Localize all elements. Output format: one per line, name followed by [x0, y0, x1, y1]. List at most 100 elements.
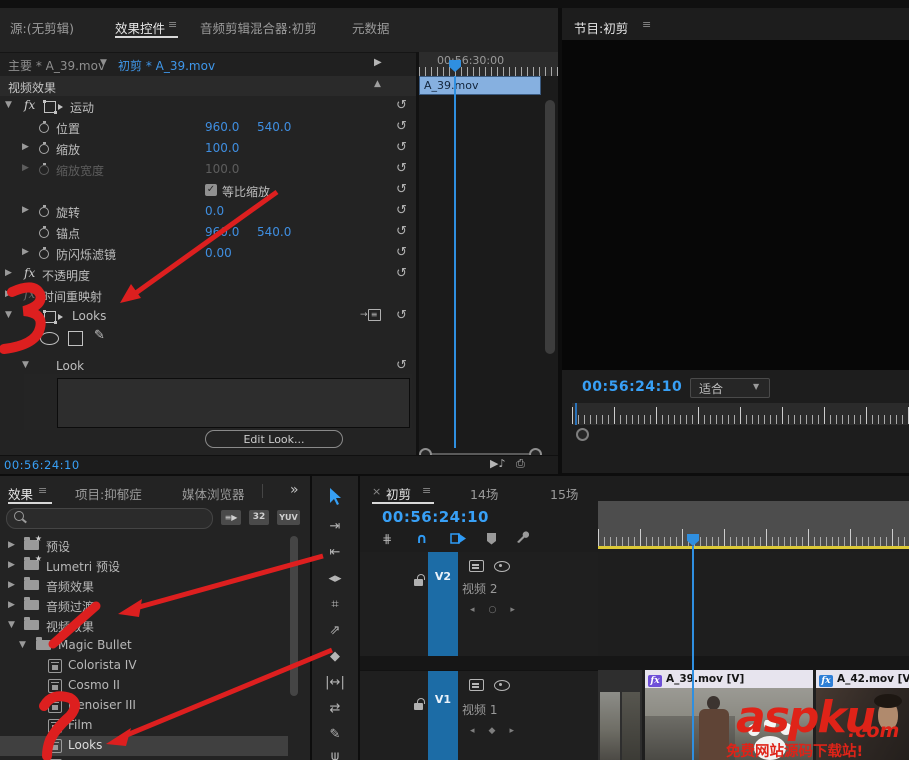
sequence-clip-label[interactable]: 初剪 * A_39.mov	[118, 57, 215, 74]
sync-lock-icon[interactable]	[469, 679, 484, 691]
rolling-edit-tool[interactable]: ⌗	[312, 594, 358, 618]
mini-playhead-line[interactable]	[454, 76, 456, 448]
chevron-right-icon[interactable]: ▶	[22, 247, 29, 257]
effects-search-field[interactable]	[6, 508, 213, 529]
mini-clip-bar[interactable]: A_39.mov	[419, 76, 541, 95]
selection-tool[interactable]	[312, 488, 358, 512]
track-header-v1[interactable]: V1 视频 1 ◂◆▸	[360, 670, 598, 760]
effect-row-antiflicker[interactable]: ▶ 防闪烁滤镜 0.00 ↺	[0, 243, 416, 265]
chevron-right-icon[interactable]: ▶	[22, 163, 29, 173]
sync-lock-icon[interactable]	[469, 560, 484, 572]
checkbox-checked-icon[interactable]: ✓	[205, 184, 217, 196]
timeline-ruler[interactable]	[598, 501, 909, 547]
chevron-down-icon[interactable]: ▼	[19, 640, 26, 650]
clip-partial[interactable]	[598, 670, 642, 760]
snap-magnet-icon[interactable]: ∩	[416, 531, 427, 547]
setup-icon[interactable]: → ≡	[360, 309, 381, 321]
tree-item-film[interactable]: Film	[0, 716, 288, 736]
tab-scene14[interactable]: 14场	[470, 484, 498, 503]
panel-overflow-chevrons[interactable]: »	[290, 482, 299, 498]
razor-tool[interactable]: ◆	[312, 646, 358, 670]
reset-icon[interactable]: ↺	[396, 119, 407, 134]
reset-icon[interactable]: ↺	[396, 182, 407, 197]
effect-row-scale-width[interactable]: ▶ 缩放宽度 100.0 ↺	[0, 159, 416, 181]
lane-v2[interactable]	[598, 552, 909, 657]
video-effects-header[interactable]: 视频效果 ▲	[0, 76, 416, 97]
tree-item-cosmo[interactable]: Cosmo II	[0, 676, 288, 696]
marker-icon[interactable]	[486, 532, 497, 548]
effect-row-anchor[interactable]: 锚点 960.0 540.0 ↺	[0, 222, 416, 244]
chevron-right-icon[interactable]: ▶	[8, 540, 15, 550]
chevron-right-icon[interactable]: ▶	[22, 142, 29, 152]
track-target-v1[interactable]: V1	[428, 671, 458, 760]
timeline-playhead-line[interactable]	[692, 546, 694, 760]
ellipse-mask-icon[interactable]	[40, 332, 59, 345]
reset-icon[interactable]: ↺	[396, 224, 407, 239]
panel-menu-icon[interactable]: ≡	[168, 18, 177, 31]
effect-row-scale[interactable]: ▶ 缩放 100.0 ↺	[0, 138, 416, 160]
tab-media-browser[interactable]: 媒体浏览器	[182, 484, 245, 503]
mini-ruler[interactable]: 00:56:30:00	[419, 52, 558, 76]
effect-row-uniform-scale[interactable]: ✓ 等比缩放 ↺	[0, 180, 416, 202]
lock-open-icon[interactable]	[414, 698, 425, 710]
lock-open-icon[interactable]	[414, 574, 425, 586]
param-value-x[interactable]: 960.0	[205, 120, 239, 134]
program-playhead[interactable]	[575, 403, 577, 425]
program-ruler[interactable]	[572, 403, 909, 425]
slip-tool[interactable]: |↔|	[312, 672, 358, 696]
reset-icon[interactable]: ↺	[396, 308, 407, 323]
tree-item-clipped[interactable]	[0, 756, 288, 760]
param-value-y[interactable]: 540.0	[257, 225, 291, 239]
tab-metadata[interactable]: 元数据	[352, 18, 390, 37]
panel-menu-icon[interactable]: ≡	[38, 484, 47, 497]
tab-audio-mixer[interactable]: 音频剪辑混合器:初剪	[200, 18, 317, 37]
track-header-v2[interactable]: V2 视频 2 ◂○▸	[360, 552, 598, 657]
stopwatch-icon[interactable]	[39, 121, 49, 133]
clip-label-bar[interactable]: fx A_42.mov [V]	[816, 670, 909, 688]
tab-scene15[interactable]: 15场	[550, 484, 578, 503]
chevron-right-icon[interactable]: ▶	[22, 205, 29, 215]
param-value-x[interactable]: 960.0	[205, 225, 239, 239]
badge-32bit[interactable]: 32	[249, 510, 269, 525]
track-name[interactable]: 视频 1	[462, 701, 497, 718]
panel-menu-icon[interactable]: ≡	[422, 484, 431, 497]
program-scrub-handle[interactable]	[576, 428, 589, 441]
stopwatch-icon[interactable]	[39, 226, 49, 238]
keyframe-nav[interactable]: ◂◆▸	[470, 726, 528, 736]
effects-tree-scrollbar[interactable]	[290, 536, 298, 696]
effect-row-looks[interactable]: ▼ Looks → ≡ ↺	[0, 306, 416, 328]
track-name[interactable]: 视频 2	[462, 580, 497, 597]
tab-program-monitor[interactable]: 节目:初剪	[574, 18, 628, 37]
stopwatch-icon[interactable]	[39, 205, 49, 217]
reset-icon[interactable]: ↺	[396, 358, 407, 373]
chevron-down-icon[interactable]: ▼	[8, 620, 15, 630]
track-visibility-eye-icon[interactable]	[494, 680, 510, 691]
fx-icon[interactable]: fx	[24, 98, 35, 112]
tree-item-video-effects[interactable]: ▼ 视频效果	[0, 616, 288, 636]
rate-stretch-tool[interactable]: ⇗	[312, 620, 358, 644]
reset-icon[interactable]: ↺	[396, 245, 407, 260]
stopwatch-icon[interactable]	[39, 142, 49, 154]
look-preview-thumbnail[interactable]	[57, 378, 410, 428]
edit-look-button[interactable]: Edit Look...	[205, 430, 343, 448]
wrench-icon[interactable]	[515, 531, 530, 548]
reset-icon[interactable]: ↺	[396, 203, 407, 218]
hand-tool[interactable]: ψ	[312, 746, 358, 760]
tree-item-presets[interactable]: ▶ ★ 预设	[0, 534, 288, 556]
ripple-edit-tool[interactable]: ◂▸	[312, 568, 358, 592]
param-value[interactable]: 100.0	[205, 141, 239, 155]
track-select-forward-tool[interactable]: ⇥	[312, 516, 358, 540]
chevron-right-icon[interactable]: ▶	[5, 268, 12, 278]
effect-row-rotation[interactable]: ▶ 旋转 0.0 ↺	[0, 201, 416, 223]
track-visibility-eye-icon[interactable]	[494, 561, 510, 572]
param-value-y[interactable]: 540.0	[257, 120, 291, 134]
param-value[interactable]: 0.00	[205, 246, 232, 260]
pen-tool[interactable]: ✎	[312, 724, 358, 748]
stopwatch-icon[interactable]	[39, 247, 49, 259]
tree-item-denoiser[interactable]: Denoiser III	[0, 696, 288, 716]
rect-mask-icon[interactable]	[68, 331, 83, 346]
insert-patch-icon[interactable]: ⋕	[382, 532, 392, 546]
reset-icon[interactable]: ↺	[396, 161, 407, 176]
master-clip-label[interactable]: 主要 * A_39.mov	[8, 57, 105, 74]
chevron-down-icon[interactable]: ▼	[5, 100, 12, 110]
